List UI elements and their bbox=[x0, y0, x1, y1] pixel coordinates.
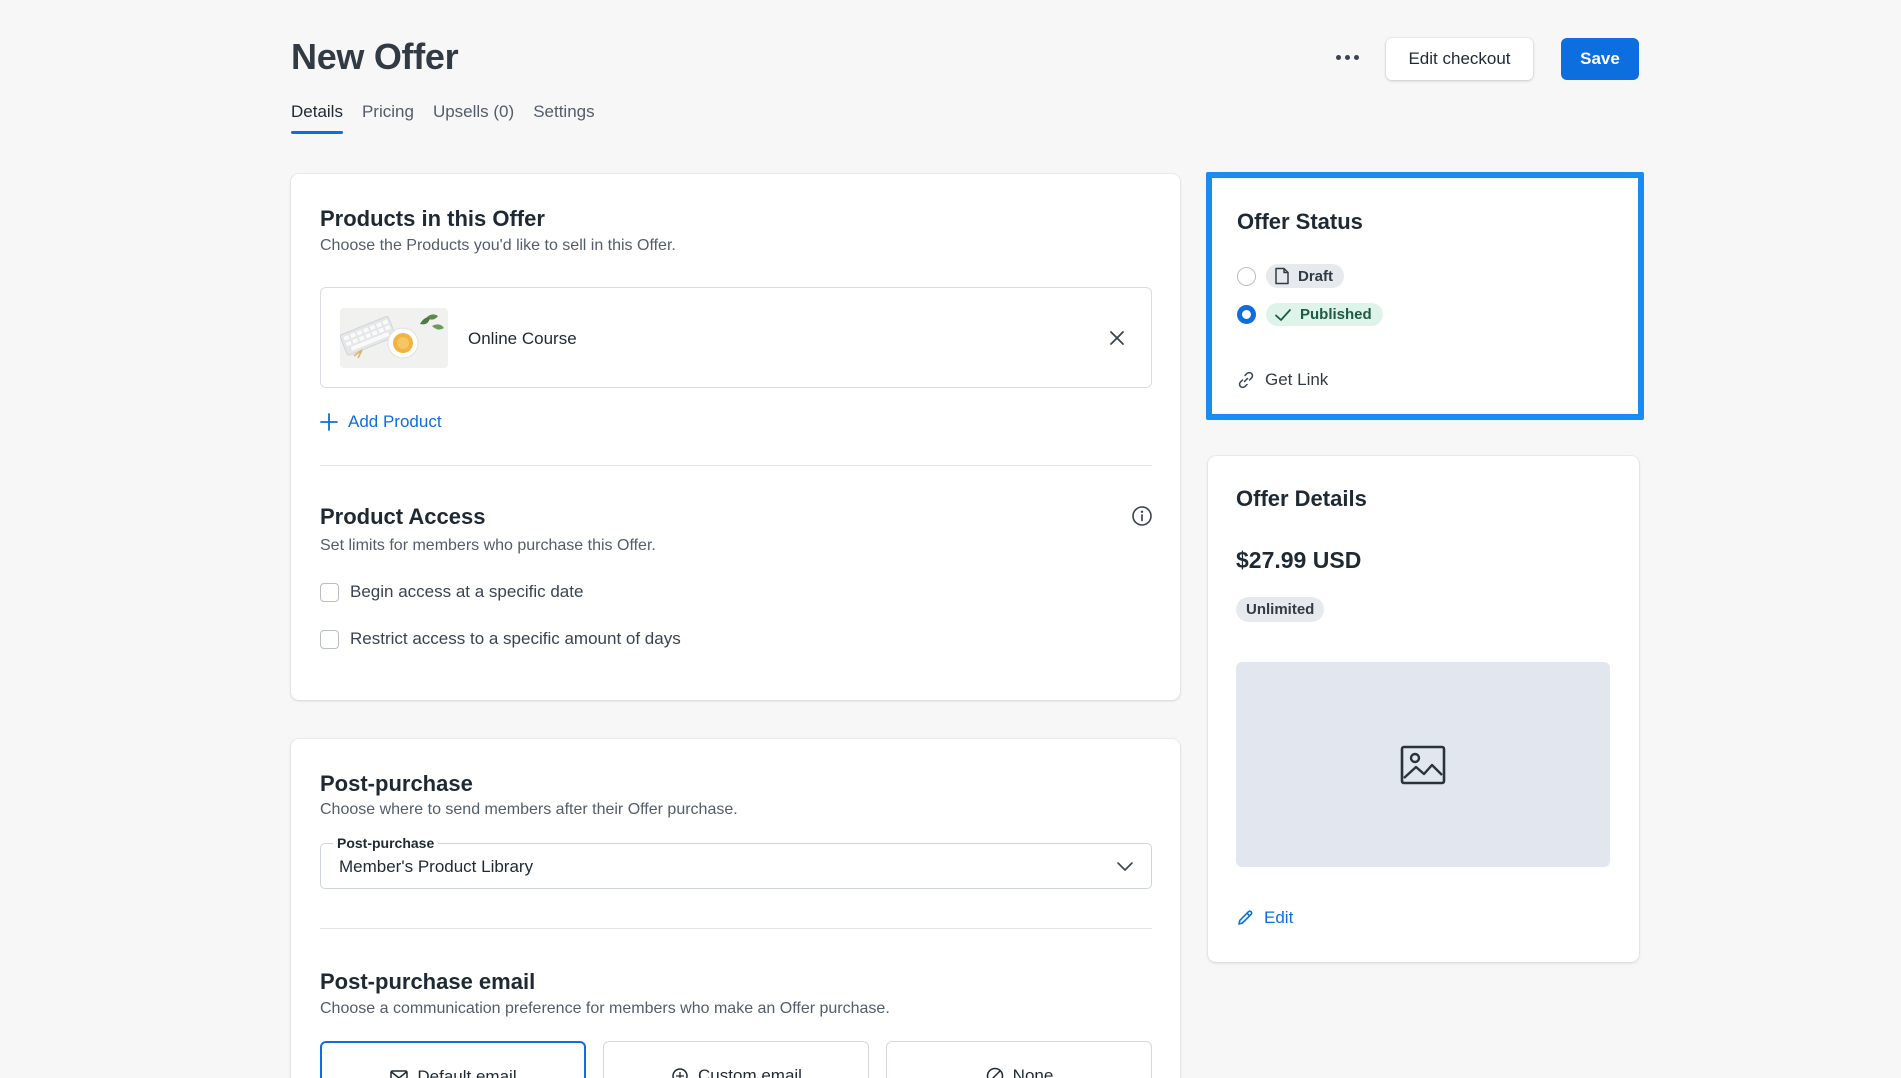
tab-details[interactable]: Details bbox=[291, 102, 343, 134]
draft-pill: Draft bbox=[1266, 264, 1345, 288]
access-subtitle: Set limits for members who purchase this… bbox=[320, 537, 656, 554]
info-button[interactable] bbox=[1131, 505, 1153, 532]
save-button[interactable]: Save bbox=[1561, 38, 1639, 80]
plus-icon bbox=[320, 413, 338, 431]
edit-details-label: Edit bbox=[1264, 908, 1294, 927]
product-thumbnail bbox=[340, 308, 448, 368]
offer-details-title: Offer Details bbox=[1236, 486, 1367, 511]
products-card: Products in this Offer Choose the Produc… bbox=[291, 174, 1180, 700]
more-dots-icon bbox=[1335, 54, 1341, 60]
published-radio[interactable] bbox=[1237, 305, 1256, 324]
none-icon bbox=[986, 1067, 1003, 1078]
product-item: Online Course bbox=[320, 287, 1152, 388]
post-purchase-email-title: Post-purchase email bbox=[320, 969, 536, 994]
more-options-button[interactable] bbox=[1326, 42, 1368, 72]
check-icon bbox=[1275, 308, 1291, 321]
tab-settings[interactable]: Settings bbox=[533, 102, 594, 134]
post-purchase-email-subtitle: Choose a communication preference for me… bbox=[320, 1000, 890, 1017]
get-link-label: Get Link bbox=[1265, 370, 1329, 389]
default-email-option[interactable]: Default email bbox=[320, 1041, 586, 1078]
none-email-option[interactable]: None bbox=[886, 1041, 1152, 1078]
section-divider bbox=[320, 928, 1152, 929]
envelope-icon bbox=[390, 1070, 409, 1078]
get-link-button[interactable]: Get Link bbox=[1237, 370, 1328, 390]
post-purchase-select[interactable]: Post-purchase Member's Product Library bbox=[320, 835, 1152, 889]
pencil-icon bbox=[1238, 910, 1253, 925]
close-icon bbox=[1110, 331, 1124, 345]
link-icon bbox=[1238, 371, 1254, 389]
add-product-button[interactable]: Add Product bbox=[320, 412, 442, 432]
add-product-label: Add Product bbox=[348, 412, 442, 431]
post-purchase-select-value: Member's Product Library bbox=[339, 857, 534, 876]
restrict-access-checkbox[interactable] bbox=[320, 629, 339, 649]
custom-email-icon bbox=[672, 1068, 688, 1078]
section-divider bbox=[320, 465, 1152, 466]
draft-label: Draft bbox=[1298, 267, 1334, 285]
edit-checkout-button[interactable]: Edit checkout bbox=[1386, 38, 1533, 80]
page-title: New Offer bbox=[291, 36, 459, 77]
offer-status-title: Offer Status bbox=[1237, 209, 1363, 234]
begin-access-checkbox[interactable] bbox=[320, 582, 339, 602]
remove-product-button[interactable] bbox=[1103, 324, 1131, 352]
offer-status-card: Offer Status Draft Published Get Link bbox=[1206, 172, 1644, 420]
offer-image-placeholder[interactable] bbox=[1236, 662, 1610, 867]
custom-email-option[interactable]: Custom email bbox=[603, 1041, 869, 1078]
chevron-down-icon bbox=[1117, 862, 1133, 871]
post-purchase-subtitle: Choose where to send members after their… bbox=[320, 801, 738, 818]
document-icon bbox=[1275, 267, 1289, 285]
offer-details-card: Offer Details $27.99 USD Unlimited Edit bbox=[1208, 456, 1639, 962]
post-purchase-select-label: Post-purchase bbox=[333, 835, 439, 851]
begin-access-label: Begin access at a specific date bbox=[350, 582, 584, 601]
access-title: Product Access bbox=[320, 504, 486, 529]
custom-email-label: Custom email bbox=[698, 1066, 802, 1078]
post-purchase-title: Post-purchase bbox=[320, 771, 473, 796]
products-title: Products in this Offer bbox=[320, 206, 545, 231]
info-icon bbox=[1132, 506, 1152, 526]
product-name: Online Course bbox=[468, 329, 577, 348]
published-label: Published bbox=[1300, 306, 1372, 323]
status-option-published[interactable]: Published bbox=[1237, 303, 1383, 326]
tab-pricing[interactable]: Pricing bbox=[362, 102, 414, 134]
offer-price: $27.99 USD bbox=[1236, 547, 1362, 573]
access-badge: Unlimited bbox=[1236, 597, 1325, 622]
image-icon bbox=[1400, 745, 1446, 784]
edit-details-button[interactable]: Edit bbox=[1236, 908, 1293, 928]
post-purchase-card: Post-purchase Choose where to send membe… bbox=[291, 739, 1180, 1078]
begin-access-option[interactable]: Begin access at a specific date bbox=[320, 582, 583, 602]
page: New Offer Edit checkout Save Details Pri… bbox=[0, 0, 1901, 1078]
products-subtitle: Choose the Products you'd like to sell i… bbox=[320, 237, 676, 254]
tab-bar: Details Pricing Upsells (0) Settings bbox=[291, 102, 614, 134]
default-email-label: Default email bbox=[417, 1067, 517, 1078]
restrict-access-option[interactable]: Restrict access to a specific amount of … bbox=[320, 629, 681, 649]
published-pill: Published bbox=[1266, 303, 1383, 326]
none-email-label: None bbox=[1012, 1066, 1054, 1078]
tab-upsells[interactable]: Upsells (0) bbox=[433, 102, 514, 134]
status-option-draft[interactable]: Draft bbox=[1237, 264, 1345, 288]
restrict-access-label: Restrict access to a specific amount of … bbox=[350, 629, 681, 648]
draft-radio[interactable] bbox=[1237, 266, 1256, 286]
